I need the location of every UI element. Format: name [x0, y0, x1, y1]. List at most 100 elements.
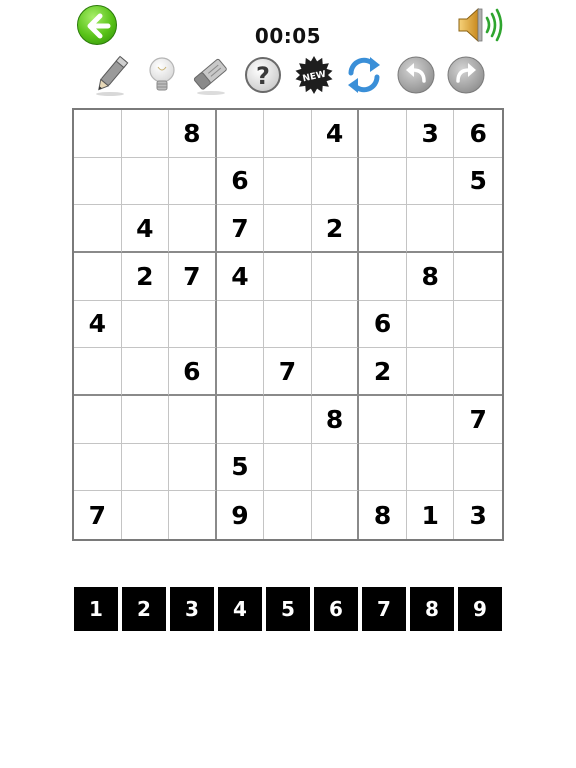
- sudoku-cell[interactable]: [264, 491, 312, 539]
- sudoku-cell[interactable]: 7: [74, 491, 122, 539]
- sudoku-cell[interactable]: [74, 157, 122, 206]
- sudoku-cell[interactable]: 5: [216, 443, 265, 492]
- sudoku-cell[interactable]: 6: [216, 157, 265, 206]
- sudoku-cell[interactable]: [359, 443, 407, 492]
- sudoku-cell[interactable]: [311, 157, 360, 206]
- sudoku-cell[interactable]: [454, 444, 502, 492]
- sudoku-cell[interactable]: [264, 205, 312, 253]
- sudoku-cell[interactable]: 4: [121, 205, 170, 253]
- sudoku-cell[interactable]: [121, 110, 170, 158]
- sudoku-cell[interactable]: [312, 491, 360, 539]
- sudoku-cell[interactable]: [169, 396, 217, 444]
- sudoku-cell[interactable]: [74, 205, 122, 253]
- sudoku-cell[interactable]: 6: [454, 110, 502, 158]
- sudoku-cell[interactable]: [74, 348, 122, 396]
- sudoku-cell[interactable]: [74, 253, 122, 301]
- number-key[interactable]: 3: [170, 587, 214, 631]
- redo-button[interactable]: [445, 53, 487, 97]
- sudoku-cell[interactable]: [311, 348, 360, 396]
- sudoku-cell[interactable]: [264, 396, 312, 444]
- sudoku-cell[interactable]: 4: [216, 253, 265, 301]
- sudoku-cell[interactable]: [121, 396, 170, 444]
- sudoku-cell[interactable]: [359, 253, 407, 301]
- sudoku-cell[interactable]: [454, 205, 502, 253]
- sudoku-cell[interactable]: 8: [406, 253, 455, 301]
- sudoku-cell[interactable]: [169, 157, 217, 206]
- sudoku-cell[interactable]: [406, 443, 455, 492]
- sudoku-cell[interactable]: [359, 110, 407, 158]
- sudoku-cell[interactable]: [454, 348, 502, 396]
- sudoku-cell[interactable]: [74, 443, 122, 492]
- number-key[interactable]: 7: [362, 587, 406, 631]
- sudoku-cell[interactable]: 8: [311, 396, 360, 444]
- sudoku-cell[interactable]: [406, 157, 455, 206]
- sudoku-cell[interactable]: 9: [217, 491, 265, 539]
- pencil-button[interactable]: [90, 53, 132, 97]
- sudoku-cell[interactable]: [406, 396, 455, 444]
- sudoku-cell[interactable]: 2: [359, 348, 407, 396]
- number-key[interactable]: 6: [314, 587, 358, 631]
- sudoku-cell[interactable]: 2: [121, 253, 170, 301]
- sudoku-cell[interactable]: 8: [359, 491, 407, 539]
- hint-button[interactable]: [141, 53, 183, 97]
- sudoku-cell[interactable]: [406, 348, 455, 396]
- number-key[interactable]: 9: [458, 587, 502, 631]
- sudoku-cell[interactable]: [121, 348, 170, 396]
- sudoku-cell[interactable]: 6: [359, 300, 407, 349]
- back-button[interactable]: [77, 5, 117, 45]
- sudoku-cell[interactable]: 7: [454, 396, 502, 444]
- sudoku-cell[interactable]: [216, 300, 265, 349]
- number-key[interactable]: 8: [410, 587, 454, 631]
- sudoku-cell[interactable]: [406, 205, 455, 253]
- eraser-button[interactable]: [190, 53, 232, 97]
- sudoku-cell[interactable]: [74, 110, 122, 158]
- sudoku-cell[interactable]: 4: [74, 300, 122, 349]
- sudoku-cell[interactable]: [216, 348, 265, 396]
- sudoku-cell[interactable]: 8: [169, 110, 217, 158]
- sudoku-cell[interactable]: [311, 253, 360, 301]
- sudoku-cell[interactable]: [406, 300, 455, 349]
- sudoku-cell[interactable]: 5: [454, 158, 502, 206]
- number-key[interactable]: 4: [218, 587, 262, 631]
- sudoku-cell[interactable]: [216, 110, 265, 158]
- help-button[interactable]: ?: [242, 53, 284, 97]
- sudoku-cell[interactable]: [169, 491, 217, 539]
- new-game-button[interactable]: NEW: [293, 53, 335, 97]
- sudoku-cell[interactable]: 7: [264, 348, 312, 396]
- sudoku-cell[interactable]: [311, 443, 360, 492]
- sudoku-cell[interactable]: 3: [454, 491, 502, 539]
- undo-button[interactable]: [395, 53, 437, 97]
- sudoku-cell[interactable]: [74, 396, 122, 444]
- sudoku-cell[interactable]: [216, 396, 265, 444]
- refresh-button[interactable]: [343, 53, 385, 97]
- sudoku-cell[interactable]: [264, 443, 312, 492]
- sudoku-cell[interactable]: 7: [169, 253, 217, 301]
- sudoku-cell[interactable]: 4: [311, 110, 360, 158]
- sudoku-cell[interactable]: [121, 300, 170, 349]
- sudoku-cell[interactable]: [264, 157, 312, 206]
- number-key[interactable]: 5: [266, 587, 310, 631]
- sudoku-cell[interactable]: [169, 205, 217, 253]
- sudoku-cell[interactable]: 7: [216, 205, 265, 253]
- sudoku-cell[interactable]: [169, 443, 217, 492]
- number-key[interactable]: 1: [74, 587, 118, 631]
- sudoku-cell[interactable]: [359, 157, 407, 206]
- sudoku-cell[interactable]: [359, 396, 407, 444]
- sudoku-cell[interactable]: 1: [407, 491, 455, 539]
- sudoku-cell[interactable]: [454, 301, 502, 349]
- sudoku-cell[interactable]: [264, 253, 312, 301]
- sound-button[interactable]: [456, 5, 506, 45]
- sudoku-cell[interactable]: [359, 205, 407, 253]
- sudoku-cell[interactable]: [454, 253, 502, 301]
- sudoku-cell[interactable]: 3: [406, 110, 455, 158]
- sudoku-cell[interactable]: 2: [311, 205, 360, 253]
- sudoku-cell[interactable]: [264, 110, 312, 158]
- sudoku-cell[interactable]: [169, 300, 217, 349]
- sudoku-cell[interactable]: [311, 300, 360, 349]
- sudoku-cell[interactable]: [264, 300, 312, 349]
- sudoku-cell[interactable]: [121, 443, 170, 492]
- number-key[interactable]: 2: [122, 587, 166, 631]
- sudoku-cell[interactable]: 6: [169, 348, 217, 396]
- sudoku-cell[interactable]: [122, 491, 170, 539]
- sudoku-cell[interactable]: [121, 157, 170, 206]
